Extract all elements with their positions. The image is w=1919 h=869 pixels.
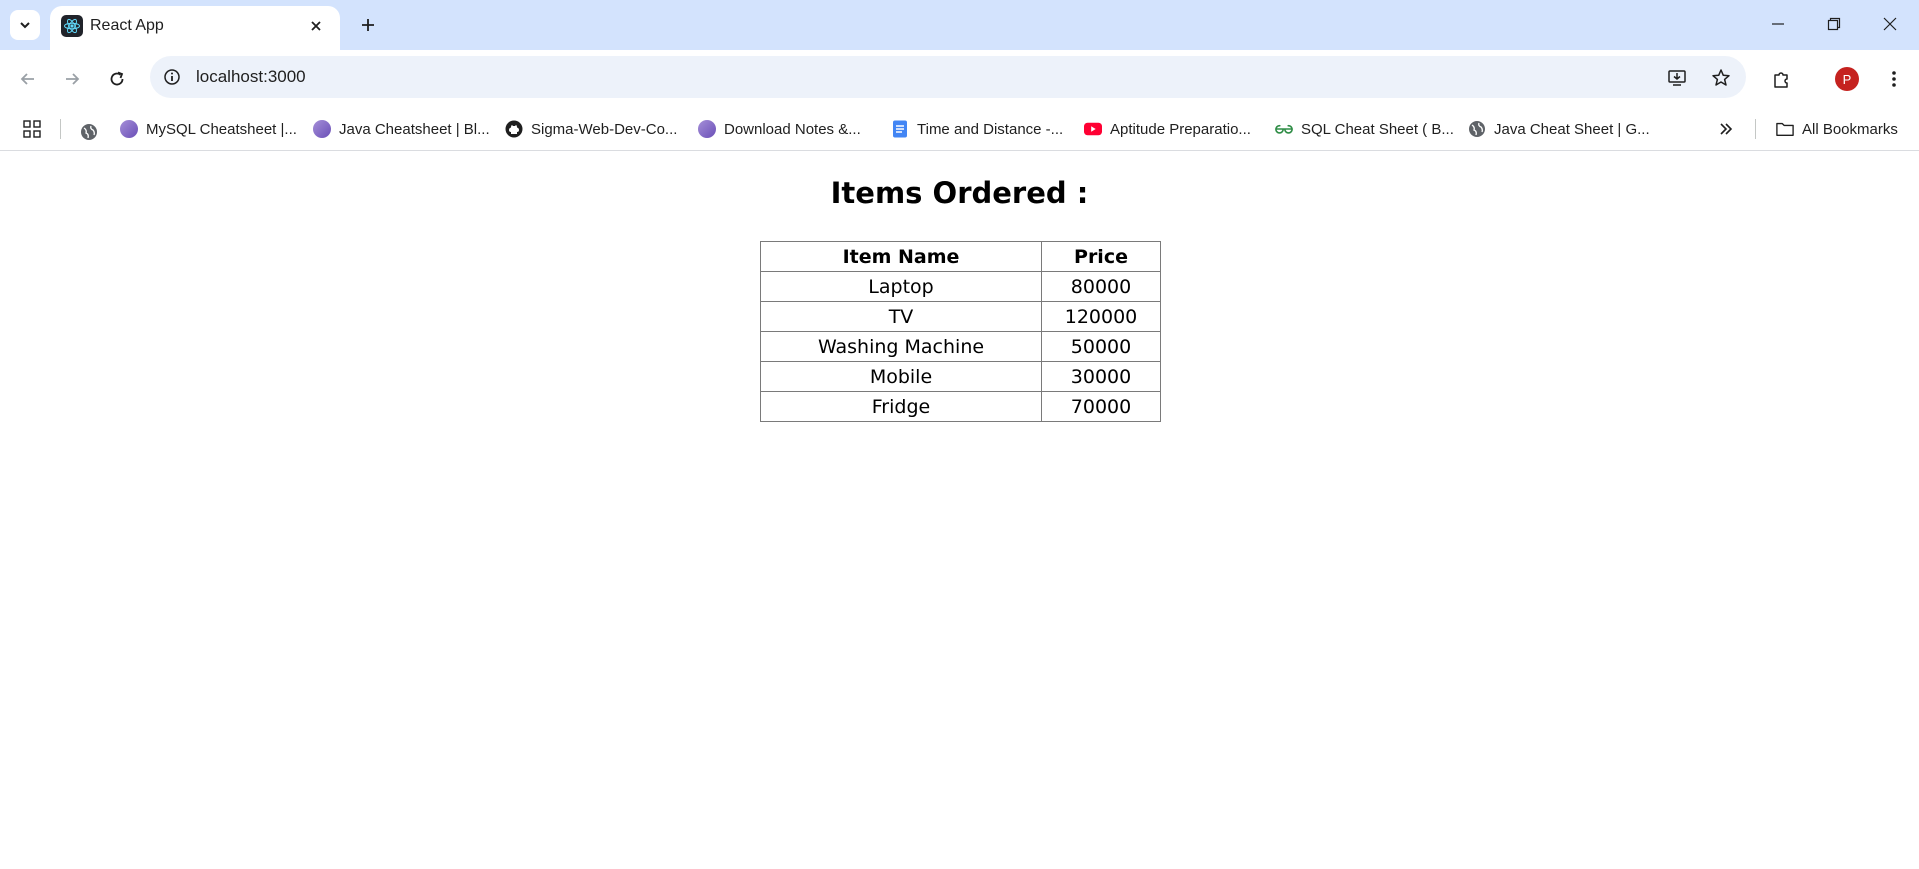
item-name-cell: TV [760, 301, 1042, 332]
reload-button[interactable] [102, 64, 132, 94]
item-name-cell: Washing Machine [760, 331, 1042, 362]
globe-icon [1468, 120, 1486, 138]
chevron-down-icon [20, 22, 30, 29]
price-cell: 50000 [1041, 331, 1161, 362]
bookmark-label: MySQL Cheatsheet |... [146, 120, 297, 138]
bookmark-item[interactable]: Java Cheat Sheet | G... [1468, 117, 1650, 141]
plus-icon [362, 19, 374, 31]
more-vert-icon [1892, 71, 1896, 87]
price-cell: 80000 [1041, 271, 1161, 302]
forward-button[interactable] [57, 64, 87, 94]
tab-search-button[interactable] [10, 10, 40, 40]
item-name-cell: Laptop [760, 271, 1042, 302]
table-header-row: Item Name Price [760, 241, 1161, 272]
bookmark-item[interactable]: MySQL Cheatsheet |... [120, 117, 297, 141]
react-icon [61, 15, 83, 37]
profile-button[interactable]: P [1831, 63, 1863, 95]
bookmark-item[interactable]: Time and Distance -... [891, 117, 1063, 141]
active-tab[interactable]: React App [50, 6, 340, 50]
youtube-icon [1084, 120, 1102, 138]
table-row: TV 120000 [760, 301, 1161, 332]
bookmark-label: SQL Cheat Sheet ( B... [1301, 120, 1454, 138]
bookmark-item[interactable]: Aptitude Preparatio... [1084, 117, 1251, 141]
avatar-icon [698, 120, 716, 138]
bookmark-label: Java Cheatsheet | Bl... [339, 120, 490, 138]
menu-button[interactable] [1878, 63, 1910, 95]
bookmarks-divider [60, 119, 61, 139]
bookmark-label: Aptitude Preparatio... [1110, 120, 1251, 138]
double-chevron-right-icon [1720, 123, 1733, 135]
table-row: Mobile 30000 [760, 361, 1161, 392]
table-row: Washing Machine 50000 [760, 331, 1161, 362]
apps-button[interactable] [20, 117, 44, 141]
minimize-button[interactable] [1758, 8, 1798, 40]
extensions-button[interactable] [1765, 63, 1797, 95]
reload-icon [110, 71, 124, 86]
bookmarks-bar: MySQL Cheatsheet |... Java Cheatsheet | … [0, 108, 1919, 151]
price-cell: 70000 [1041, 391, 1161, 422]
restore-icon [1827, 17, 1841, 31]
bookmark-item[interactable]: SQL Cheat Sheet ( B... [1275, 117, 1454, 141]
all-bookmarks-label: All Bookmarks [1802, 120, 1898, 138]
page-title: Items Ordered : [830, 176, 1089, 210]
arrow-right-icon [66, 73, 80, 85]
tab-close-button[interactable] [304, 14, 328, 38]
close-window-button[interactable] [1870, 8, 1910, 40]
bookmark-globe[interactable] [80, 120, 98, 144]
bookmark-item[interactable]: Sigma-Web-Dev-Co... [505, 117, 677, 141]
price-cell: 30000 [1041, 361, 1161, 392]
docs-icon [891, 120, 909, 138]
gfg-icon [1275, 120, 1293, 138]
site-info-icon[interactable] [160, 65, 184, 89]
page-content: Items Ordered : Item Name Price Laptop 8… [0, 151, 1919, 869]
globe-icon [81, 124, 97, 140]
arrow-left-icon [20, 73, 34, 85]
apps-grid-icon [23, 120, 41, 138]
github-icon [505, 120, 523, 138]
bookmark-label: Download Notes &... [724, 120, 861, 138]
item-name-cell: Mobile [760, 361, 1042, 392]
all-bookmarks-button[interactable]: All Bookmarks [1776, 117, 1898, 141]
table-row: Fridge 70000 [760, 391, 1161, 422]
bookmark-item[interactable]: Java Cheatsheet | Bl... [313, 117, 490, 141]
close-icon [1883, 17, 1897, 31]
install-app-icon[interactable] [1664, 65, 1690, 91]
puzzle-icon [1774, 72, 1788, 88]
column-header-price: Price [1041, 241, 1161, 272]
bookmark-label: Sigma-Web-Dev-Co... [531, 120, 678, 138]
bookmark-star-icon[interactable] [1708, 65, 1734, 91]
bookmark-item[interactable]: Download Notes &... [698, 117, 861, 141]
address-bar[interactable]: localhost:3000 [150, 56, 1746, 98]
minimize-icon [1772, 23, 1784, 25]
more-bookmarks-button[interactable] [1718, 117, 1734, 141]
tab-strip: React App [0, 0, 1919, 50]
price-cell: 120000 [1041, 301, 1161, 332]
tab-title: React App [90, 17, 164, 34]
close-icon [311, 21, 321, 31]
new-tab-button[interactable] [353, 10, 383, 40]
table-row: Laptop 80000 [760, 271, 1161, 302]
bookmark-label: Java Cheat Sheet | G... [1494, 120, 1650, 138]
folder-icon [1776, 120, 1794, 138]
bookmark-label: Time and Distance -... [917, 120, 1064, 138]
url-text[interactable]: localhost:3000 [196, 67, 306, 87]
bookmarks-divider [1755, 119, 1756, 139]
column-header-item-name: Item Name [760, 241, 1042, 272]
restore-button[interactable] [1814, 8, 1854, 40]
item-name-cell: Fridge [760, 391, 1042, 422]
avatar-icon [120, 120, 138, 138]
avatar-icon [313, 120, 331, 138]
avatar: P [1835, 67, 1859, 91]
back-button[interactable] [13, 64, 43, 94]
browser-toolbar: localhost:3000 P [0, 50, 1919, 108]
items-table: Item Name Price Laptop 80000 TV 120000 W… [760, 241, 1161, 422]
